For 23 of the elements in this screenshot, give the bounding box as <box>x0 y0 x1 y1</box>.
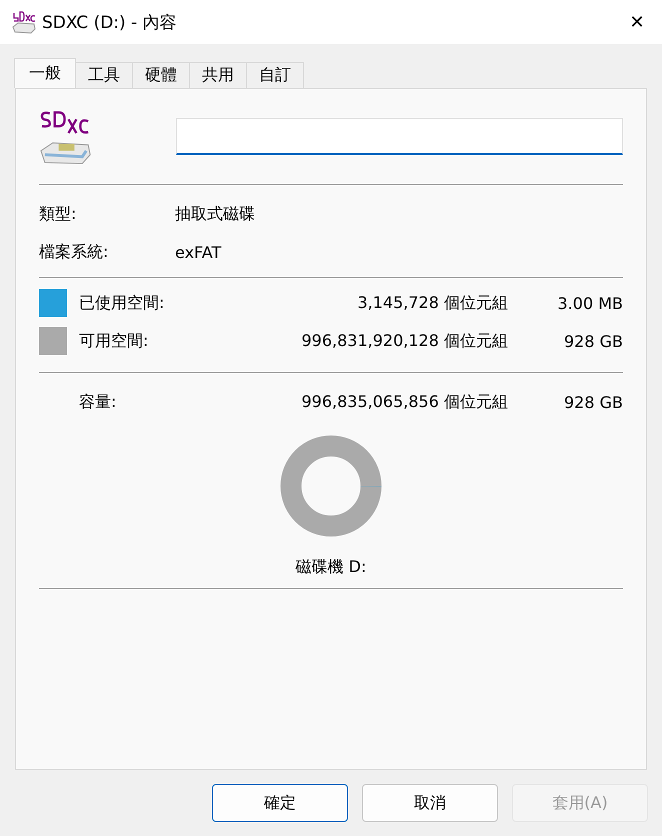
byte-count: 996,835,065,856 個位元組 <box>300 392 508 412</box>
window-title: SDXC (D:) - 內容 <box>42 12 178 34</box>
close-button[interactable]: ✕ <box>612 0 662 44</box>
field-value: exFAT <box>175 242 222 262</box>
size-value: 928 GB <box>563 392 623 412</box>
capacity-label: 容量: <box>79 392 118 412</box>
drive-name-field[interactable] <box>176 118 623 155</box>
sd-card-drive-icon <box>12 10 36 34</box>
size-value: 928 GB <box>563 332 623 350</box>
tab[interactable]: 一般 <box>14 58 76 88</box>
dialog-button[interactable]: 取消 <box>362 784 498 822</box>
byte-count: 996,831,920,128 個位元組 <box>300 330 508 352</box>
usage-label: 可用空間: <box>79 330 150 352</box>
size-value: 3.00 MB <box>556 294 623 312</box>
field-label: 檔案系統: <box>39 242 110 262</box>
tab[interactable]: 自訂 <box>246 62 304 88</box>
usage-label: 已使用空間: <box>79 292 166 314</box>
byte-count: 3,145,728 個位元組 <box>356 292 508 314</box>
field-value: 抽取式磁碟 <box>175 204 255 224</box>
field-label: 類型: <box>39 204 78 224</box>
sd-card-drive-icon <box>39 108 92 164</box>
drive-label: 磁碟機 D: <box>296 557 366 578</box>
dialog-button[interactable]: 確定 <box>212 784 348 822</box>
